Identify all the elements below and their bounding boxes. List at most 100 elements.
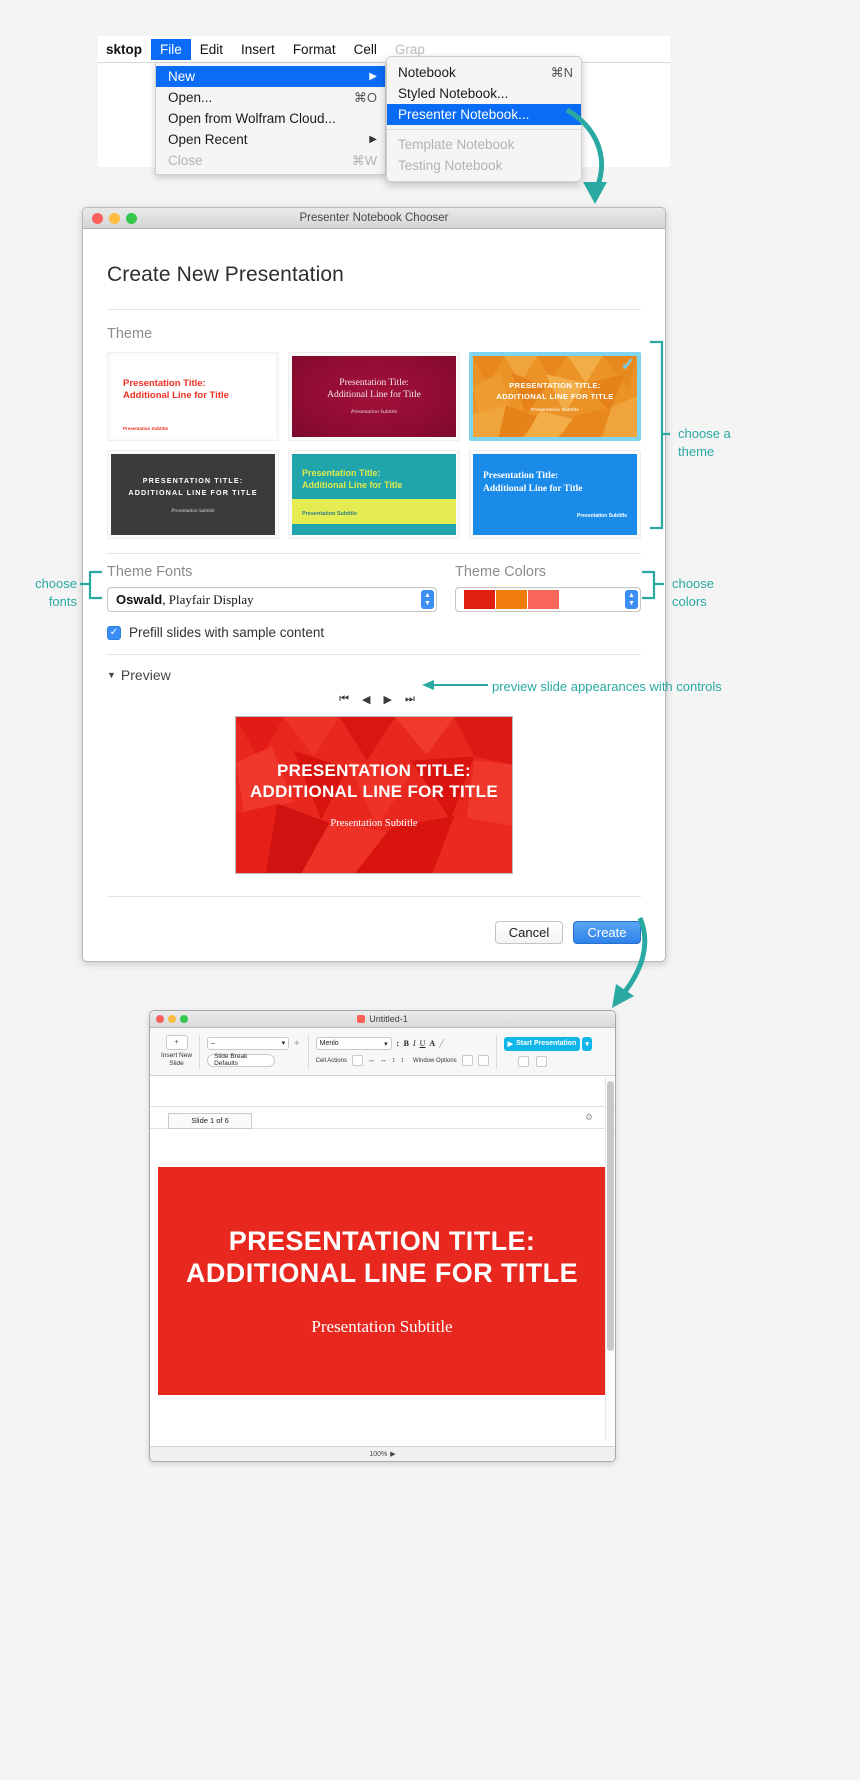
gear-icon[interactable]: ⚙ [585, 1112, 593, 1123]
start-presentation-button[interactable]: ▶ Start Presentation [503, 1036, 581, 1051]
divider [107, 896, 641, 897]
theme-option-dark[interactable]: PRESENTATION TITLE: ADDITIONAL LINE FOR T… [107, 450, 279, 539]
presenter-notebook-chooser-dialog[interactable]: Presenter Notebook Chooser Create New Pr… [82, 207, 666, 962]
annotation-choose-colors-line1: choose [672, 576, 714, 591]
prefill-checkbox-label: Prefill slides with sample content [129, 625, 325, 640]
move-up-icon[interactable]: ↕ [392, 1057, 396, 1064]
zoom-arrow-icon[interactable]: ▶ [390, 1450, 395, 1458]
theme-fonts-stepper[interactable]: ▲ ▼ [421, 590, 434, 609]
theme-colors-label: Theme Colors [455, 564, 547, 580]
page-title: Create New Presentation [107, 263, 344, 286]
nav-last-icon[interactable]: ⏭ [405, 693, 415, 706]
notebook-title-bar: Untitled-1 [150, 1011, 615, 1028]
submenu-item-notebook[interactable]: Notebook ⌘N [387, 62, 581, 83]
align-left-icon[interactable]: ↔ [368, 1057, 375, 1064]
theme-colors-stepper[interactable]: ▲ ▼ [625, 590, 638, 609]
file-menu-dropdown[interactable]: New ▶ Open... ⌘O Open from Wolfram Cloud… [155, 63, 386, 175]
menu-item-open-cloud[interactable]: Open from Wolfram Cloud... [156, 108, 385, 129]
menubar-item-desktop[interactable]: sktop [104, 39, 151, 60]
insert-new-slide-button[interactable]: + [165, 1034, 188, 1050]
theme-option-teal-yellow[interactable]: Presentation Title: Additional Line for T… [288, 450, 460, 539]
scrollbar-thumb[interactable] [607, 1081, 614, 1351]
move-down-icon[interactable]: ↕ [400, 1057, 404, 1064]
arrow-to-nav-controls-icon [422, 680, 488, 690]
start-presentation-label: Start Presentation [516, 1040, 577, 1047]
menubar-item-format[interactable]: Format [284, 39, 345, 60]
menubar-item-file[interactable]: File [151, 38, 191, 60]
theme-thumb-band-yellow: Presentation Subtitle [292, 499, 456, 524]
prefill-checkbox[interactable]: ✓ [107, 625, 121, 640]
notebook-blank-cell-area[interactable] [150, 1076, 615, 1107]
slide-break-defaults-button[interactable]: Slide Break Defaults [207, 1053, 276, 1067]
theme-thumb-band-top: Presentation Title: Additional Line for T… [292, 454, 456, 499]
color-swatch-3 [528, 590, 560, 609]
menubar-item-edit[interactable]: Edit [191, 39, 232, 60]
colors-bracket-icon [642, 570, 664, 600]
theme-option-maroon[interactable]: Presentation Title: Additional Line for T… [288, 352, 460, 441]
chevron-down-icon: ▾ [585, 1040, 589, 1048]
slide-counter-tab[interactable]: Slide 1 of 6 [168, 1112, 252, 1129]
presentation-group[interactable]: ▶ Start Presentation ▾ [497, 1028, 596, 1075]
menubar-item-cell[interactable]: Cell [345, 39, 386, 60]
text-color-icon[interactable]: A [429, 1039, 435, 1048]
theme-option-light-red[interactable]: Presentation Title: Additional Line for T… [107, 352, 279, 441]
align-right-icon[interactable]: ↔ [380, 1057, 387, 1064]
font-family-combo[interactable]: Menlo ▾ [315, 1037, 392, 1050]
menu-item-open-label: Open... [168, 90, 213, 105]
menu-bar[interactable]: sktop File Edit Insert Format Cell Grap [98, 36, 670, 63]
window-split-icon[interactable] [477, 1055, 489, 1066]
submenu-item-styled-notebook[interactable]: Styled Notebook... [387, 83, 581, 104]
theme-colors-select[interactable]: ▲ ▼ [455, 587, 641, 612]
window-resize-icon[interactable] [461, 1055, 473, 1066]
nav-prev-icon[interactable]: ◀ [362, 693, 370, 706]
menu-item-open-recent[interactable]: Open Recent ▶ [156, 129, 385, 150]
prefill-checkbox-row[interactable]: ✓ Prefill slides with sample content [107, 625, 641, 640]
font-size-stepper[interactable]: ↕ [396, 1039, 400, 1048]
bold-icon[interactable]: B [404, 1039, 409, 1048]
presenter-tools-icon[interactable] [517, 1055, 529, 1067]
theme-option-blue[interactable]: Presentation Title: Additional Line for T… [469, 450, 641, 539]
notebook-slide-subtitle: Presentation Subtitle [311, 1317, 453, 1337]
chevron-down-icon: ▼ [424, 599, 431, 607]
slide-style-value: – [211, 1039, 215, 1047]
cell-group-icon[interactable] [351, 1055, 363, 1066]
presenter-notebook-window[interactable]: Untitled-1 + Insert New Slide – ▾ ✦ Slide… [149, 1010, 616, 1462]
nav-next-icon[interactable]: ▶ [384, 693, 392, 706]
menu-item-open-shortcut: ⌘O [353, 89, 377, 105]
slide-style-group[interactable]: – ▾ ✦ Slide Break Defaults [200, 1028, 308, 1075]
notebook-scrollbar[interactable] [605, 1077, 614, 1441]
theme-thumb-title: PRESENTATION TITLE: ADDITIONAL LINE FOR T… [496, 380, 614, 401]
menu-item-open[interactable]: Open... ⌘O [156, 87, 385, 108]
menu-item-new-label: New [168, 69, 196, 84]
notebook-slide[interactable]: PRESENTATION TITLE: ADDITIONAL LINE FOR … [158, 1167, 606, 1395]
slide-style-combo[interactable]: – ▾ [207, 1036, 290, 1050]
theme-fonts-label: Theme Fonts [107, 564, 193, 580]
slide-list-icon[interactable] [535, 1055, 547, 1067]
theme-fonts-select[interactable]: Oswald, Playfair Display ▲ ▼ [107, 587, 437, 612]
menubar-item-insert[interactable]: Insert [232, 39, 284, 60]
theme-option-orange-polygon[interactable]: PRESENTATION TITLE: ADDITIONAL LINE FOR T… [469, 352, 641, 441]
menu-item-new[interactable]: New ▶ [156, 66, 385, 87]
slide-tab-row[interactable]: Slide 1 of 6 ⚙ [150, 1107, 615, 1129]
window-options-label: Window Options [412, 1057, 457, 1064]
theme-thumb-subtitle: Presentation Subtitle [123, 425, 169, 431]
submenu-item-template-notebook: Template Notebook [387, 134, 581, 155]
submenu-item-testing-notebook-label: Testing Notebook [398, 158, 503, 173]
cell-format-group[interactable]: Menlo ▾ ↕ B I U A ╱ Cell Actions ↔ ↔ ↕ ↕… [309, 1028, 496, 1075]
start-presentation-options-button[interactable]: ▾ [582, 1036, 592, 1051]
clear-formatting-icon[interactable]: ╱ [439, 1039, 444, 1048]
underline-icon[interactable]: U [420, 1039, 426, 1048]
notebook-status-bar[interactable]: 100% ▶ [150, 1446, 615, 1461]
italic-icon[interactable]: I [413, 1039, 416, 1048]
theme-grid[interactable]: Presentation Title: Additional Line for T… [107, 352, 641, 539]
insert-new-slide-group[interactable]: + Insert New Slide [154, 1028, 199, 1075]
magic-wand-icon[interactable]: ✦ [293, 1038, 301, 1049]
notebook-toolbar[interactable]: + Insert New Slide – ▾ ✦ Slide Break Defa… [150, 1028, 615, 1076]
submenu-item-presenter-notebook[interactable]: Presenter Notebook... [387, 104, 581, 125]
nav-first-icon[interactable]: ⏮ [339, 693, 349, 706]
new-submenu[interactable]: Notebook ⌘N Styled Notebook... Presenter… [386, 56, 582, 182]
fonts-bracket-icon [80, 570, 102, 600]
cancel-button[interactable]: Cancel [495, 921, 563, 944]
annotation-choose-fonts-line1: choose [35, 576, 77, 591]
zoom-level-label: 100% [369, 1450, 388, 1458]
